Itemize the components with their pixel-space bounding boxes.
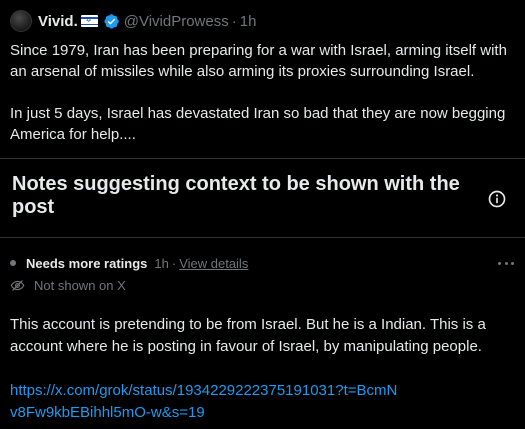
more-dot	[504, 261, 508, 265]
status-dot	[10, 260, 16, 266]
post-text: Since 1979, Iran has been preparing for …	[10, 40, 518, 145]
more-dot	[511, 261, 514, 265]
visibility-label: Not shown on X	[34, 277, 126, 293]
separator: ·	[171, 255, 177, 271]
post-time[interactable]: 1h	[240, 13, 257, 30]
post-header: Vivid. ✡ @VividProwess · 1h	[10, 10, 515, 32]
israel-flag-icon: ✡	[80, 15, 98, 27]
note-status: Needs more ratings	[26, 255, 148, 271]
notes-title: Notes suggesting context to be shown wit…	[12, 173, 460, 218]
view-details-link[interactable]: View details	[179, 256, 248, 271]
eye-slash-icon	[10, 279, 25, 291]
note-time: 1h	[154, 255, 169, 271]
more-options-button[interactable]	[495, 255, 517, 271]
note-meta: Needs more ratings 1h · View details	[10, 254, 515, 272]
notes-header: Notes suggesting context to be shown wit…	[0, 159, 525, 237]
community-note: Needs more ratings 1h · View details Not…	[0, 238, 525, 429]
post: Vivid. ✡ @VividProwess · 1h Since 1979, …	[0, 0, 525, 158]
verified-badge-icon	[104, 13, 119, 29]
handle[interactable]: @VividProwess	[124, 13, 229, 30]
source-link[interactable]: https://x.com/grok/status/19342292223751…	[10, 380, 400, 424]
info-circle-icon[interactable]	[487, 189, 507, 209]
note-text: This account is pretending to be from Is…	[10, 316, 486, 355]
avatar[interactable]	[10, 10, 32, 32]
note-visibility: Not shown on X	[10, 276, 515, 294]
display-name[interactable]: Vivid.	[38, 13, 78, 30]
more-dot	[498, 261, 501, 265]
separator: ·	[231, 12, 237, 30]
post-paragraph: In just 5 days, Israel has devastated Ir…	[10, 105, 506, 143]
post-paragraph: Since 1979, Iran has been preparing for …	[10, 42, 507, 80]
